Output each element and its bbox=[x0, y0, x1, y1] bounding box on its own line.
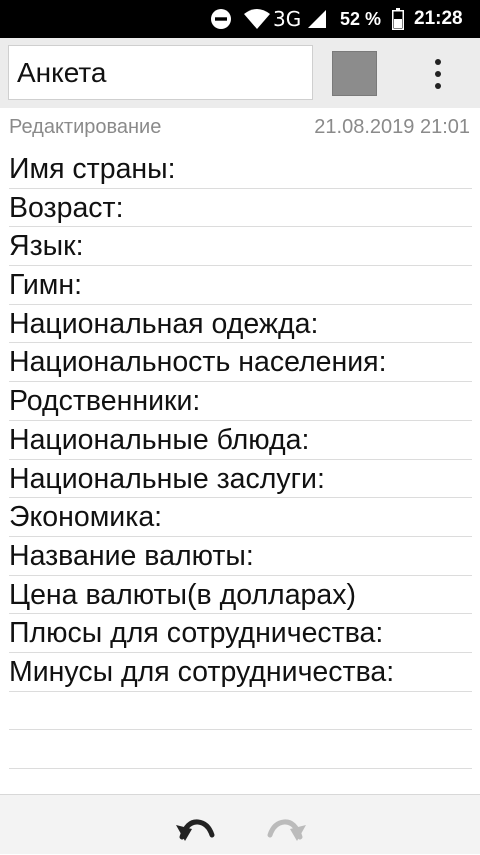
undo-icon[interactable] bbox=[172, 811, 220, 851]
note-line[interactable]: Гимн: bbox=[9, 266, 472, 305]
note-meta: Редактирование 21.08.2019 21:01 bbox=[0, 108, 480, 148]
wifi-icon bbox=[243, 0, 271, 38]
do-not-disturb-icon bbox=[210, 0, 232, 38]
note-line[interactable]: Минусы для сотрудничества: bbox=[9, 653, 472, 692]
note-body[interactable]: Имя страны: Возраст: Язык: Гимн: Национа… bbox=[9, 150, 472, 808]
edit-mode-label: Редактирование bbox=[9, 116, 162, 138]
battery-percent: 52 % bbox=[340, 8, 382, 29]
note-line[interactable]: Язык: bbox=[9, 227, 472, 267]
note-line[interactable]: Национальные заслуги: bbox=[9, 460, 472, 499]
network-type: 3G bbox=[273, 7, 302, 31]
note-line[interactable]: Название валюты: bbox=[9, 537, 472, 576]
bottom-toolbar bbox=[0, 794, 480, 854]
redo-icon[interactable] bbox=[262, 811, 310, 851]
note-line[interactable]: Экономика: bbox=[9, 498, 472, 537]
note-line[interactable] bbox=[9, 730, 472, 769]
clock: 21:28 bbox=[414, 8, 463, 29]
signal-icon bbox=[307, 0, 327, 38]
note-line[interactable]: Родственники: bbox=[9, 382, 472, 421]
note-line[interactable]: Национальная одежда: bbox=[9, 305, 472, 344]
color-swatch-button[interactable] bbox=[332, 51, 377, 96]
status-bar: 3G 52 % 21:28 bbox=[0, 0, 480, 38]
note-line[interactable]: Возраст: bbox=[9, 189, 472, 228]
battery-icon bbox=[392, 0, 404, 38]
modified-datetime: 21.08.2019 21:01 bbox=[314, 116, 470, 138]
note-line[interactable]: Цена валюты(в долларах) bbox=[9, 576, 472, 615]
title-input[interactable]: Анкета bbox=[8, 45, 313, 100]
more-vert-icon[interactable] bbox=[420, 51, 456, 96]
note-line[interactable]: Национальные блюда: bbox=[9, 421, 472, 460]
note-line[interactable]: Имя страны: bbox=[9, 150, 472, 189]
note-line[interactable] bbox=[9, 692, 472, 731]
note-line[interactable]: Национальность населения: bbox=[9, 343, 472, 383]
title-bar: Анкета bbox=[0, 38, 480, 108]
note-line[interactable]: Плюсы для сотрудничества: bbox=[9, 614, 472, 653]
